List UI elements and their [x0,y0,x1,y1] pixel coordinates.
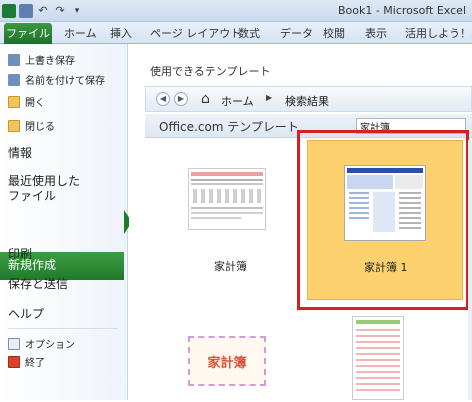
nav-print[interactable]: 印刷 [8,247,32,262]
close-command[interactable]: 閉じる [8,118,55,133]
breadcrumb-home[interactable]: ホーム [221,93,254,109]
annotation-highlight-box [297,130,469,310]
title-bar: ↶ ↷ ▾ Book1 - Microsoft Excel [0,0,472,22]
options-label: オプション [25,340,75,351]
save-as-icon [8,73,20,86]
section-title: 使用できるテンプレート [150,65,271,78]
undo-icon[interactable]: ↶ [36,4,50,18]
vertical-scrollbar[interactable] [468,140,472,400]
save-icon[interactable] [19,4,33,18]
folder-close-icon [8,119,20,132]
template-3-title: 家計簿 [207,356,247,371]
tab-review[interactable]: 校閲 [323,25,345,41]
forward-button[interactable]: ▶ [174,92,188,106]
tab-insert[interactable]: 挿入 [110,25,132,41]
save-command[interactable]: 上書き保存 [8,52,75,67]
tab-home[interactable]: ホーム [64,25,97,41]
nav-separator [8,328,118,329]
exit-command[interactable]: 終了 [8,354,45,369]
home-icon[interactable]: ⌂ [201,91,210,107]
tab-formulas[interactable]: 数式 [238,25,260,41]
tab-page-layout[interactable]: ページ レイアウト [150,25,241,41]
customize-toolbar-icon[interactable]: ▾ [70,4,84,18]
template-thumbnail-3[interactable]: 家計簿 [188,336,266,386]
officecom-label: Office.com テンプレート [159,120,299,134]
spreadsheet-preview-4 [356,320,400,391]
template-thumbnail-1[interactable] [188,168,266,230]
tab-file[interactable]: ファイル [4,23,52,44]
options-command[interactable]: オプション [8,336,75,351]
tab-data[interactable]: データ [280,25,313,41]
breadcrumb-search-result: 検索結果 [285,95,329,108]
open-label: 開く [25,98,45,109]
ribbon-tabs: ファイル ホーム 挿入 ページ レイアウト 数式 データ 校閲 表示 活用しよう… [0,22,472,44]
breadcrumb-separator-icon: ▶ [266,93,273,102]
nav-recent-line1[interactable]: 最近使用した [8,174,80,189]
open-command[interactable]: 開く [8,94,45,109]
template-navigation-bar: ◀ ▶ ⌂ ホーム ▶ 検索結果 [145,86,472,112]
exit-icon [8,355,20,368]
nav-recent-line2[interactable]: ファイル [8,189,56,204]
template-label-1: 家計簿 [214,260,247,273]
nav-help[interactable]: ヘルプ [8,307,44,322]
options-icon [8,337,20,350]
back-button[interactable]: ◀ [156,92,170,106]
save-as-command[interactable]: 名前を付けて保存 [8,72,105,87]
exit-label: 終了 [25,358,45,369]
save-as-label: 名前を付けて保存 [25,76,105,87]
nav-save-send[interactable]: 保存と送信 [8,277,68,292]
tab-view[interactable]: 表示 [365,25,387,41]
save-icon [8,53,20,66]
tab-addin[interactable]: 活用しよう！エク [405,25,472,41]
spreadsheet-preview-1 [191,172,263,219]
nav-info[interactable]: 情報 [8,146,32,161]
folder-open-icon [8,95,20,108]
excel-app-icon[interactable] [2,4,16,18]
template-thumbnail-4[interactable] [352,316,404,400]
quick-access-toolbar: ↶ ↷ ▾ [2,2,84,20]
redo-icon[interactable]: ↷ [53,4,67,18]
window-title: Book1 - Microsoft Excel [337,4,466,17]
save-label: 上書き保存 [25,56,75,67]
close-label: 閉じる [25,122,55,133]
backstage-nav: 上書き保存 名前を付けて保存 開く 閉じる 情報 最近使用した ファイル 新規作… [0,44,128,400]
